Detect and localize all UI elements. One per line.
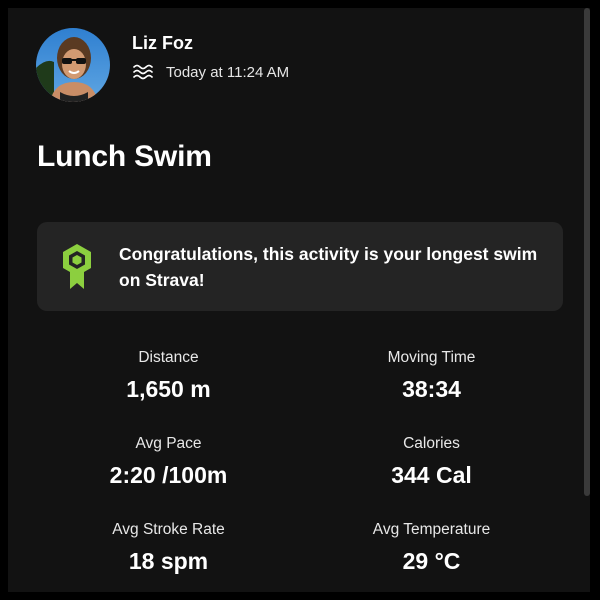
- stat-value: 29 °C: [402, 548, 461, 574]
- achievement-text: Congratulations, this activity is your l…: [119, 243, 538, 290]
- stat-value: 18 spm: [128, 548, 209, 574]
- stat-label: Avg Stroke Rate: [112, 521, 225, 538]
- stat-calories: Calories 344 Cal: [300, 434, 563, 489]
- swim-waves-icon: [132, 63, 156, 81]
- activity-timestamp: Today at 11:24 AM: [166, 63, 290, 81]
- stat-label: Avg Pace: [135, 435, 202, 452]
- stat-avg-temperature: Avg Temperature 29 °C: [300, 520, 563, 575]
- stat-avg-stroke-rate: Avg Stroke Rate 18 spm: [37, 520, 300, 575]
- stat-distance: Distance 1,650 m: [37, 348, 300, 403]
- stat-value: 344 Cal: [391, 462, 472, 488]
- activity-detail-panel: Liz Foz Today at 11:24 AM Lunch Swim Con…: [8, 8, 590, 592]
- athlete-info: Liz Foz Today at 11:24 AM: [132, 28, 289, 81]
- stat-label: Distance: [138, 349, 199, 366]
- achievement-badge-icon: [61, 243, 93, 291]
- stat-value: 2:20 /100m: [109, 462, 228, 488]
- stat-value: 1,650 m: [126, 376, 211, 402]
- activity-title: Lunch Swim: [37, 140, 212, 173]
- stat-label: Moving Time: [387, 349, 476, 366]
- stat-label: Avg Temperature: [372, 521, 491, 538]
- athlete-name[interactable]: Liz Foz: [132, 32, 289, 54]
- stat-label: Calories: [403, 435, 460, 452]
- athlete-avatar[interactable]: [36, 28, 110, 102]
- achievement-card[interactable]: Congratulations, this activity is your l…: [37, 222, 563, 311]
- stat-avg-pace: Avg Pace 2:20 /100m: [37, 434, 300, 489]
- activity-header: Liz Foz Today at 11:24 AM: [36, 28, 289, 102]
- stat-moving-time: Moving Time 38:34: [300, 348, 563, 403]
- stat-value: 38:34: [402, 376, 461, 402]
- scrollbar[interactable]: [584, 8, 590, 496]
- activity-meta: Today at 11:24 AM: [132, 63, 289, 81]
